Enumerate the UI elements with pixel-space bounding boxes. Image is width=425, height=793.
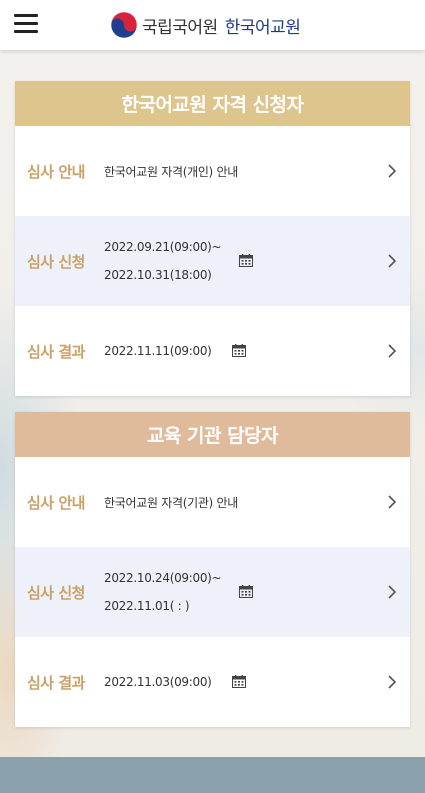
section-applicant: 한국어교원 자격 신청자 심사 안내 한국어교원 자격(개인) 안내 심사 신청… xyxy=(15,81,410,396)
section-title: 한국어교원 자격 신청자 xyxy=(15,81,410,126)
row-label: 심사 결과 xyxy=(27,673,85,692)
hamburger-menu-icon[interactable] xyxy=(14,14,38,34)
date-range: 2022.09.21(09:00)~ 2022.10.31(18:00) xyxy=(104,233,222,289)
service-name: 한국어교원 xyxy=(224,17,301,38)
row-review-application[interactable]: 심사 신청 2022.09.21(09:00)~ 2022.10.31(18:0… xyxy=(15,216,410,306)
calendar-icon[interactable] xyxy=(239,585,253,598)
org-name: 국립국어원 xyxy=(142,17,218,38)
row-label: 심사 신청 xyxy=(27,252,85,271)
chevron-right-icon xyxy=(388,344,397,358)
section-title: 교육 기관 담당자 xyxy=(15,412,410,457)
row-guide-text: 한국어교원 자격(개인) 안내 xyxy=(104,164,238,179)
top-bar: 국립국어원 한국어교원 xyxy=(0,0,425,50)
row-label: 심사 결과 xyxy=(27,342,85,361)
row-review-result[interactable]: 심사 결과 2022.11.11(09:00) xyxy=(15,306,410,396)
result-date: 2022.11.03(09:00) xyxy=(104,675,212,689)
section-institution: 교육 기관 담당자 심사 안내 한국어교원 자격(기관) 안내 심사 신청 20… xyxy=(15,412,410,727)
row-review-guide[interactable]: 심사 안내 한국어교원 자격(개인) 안내 xyxy=(15,126,410,216)
calendar-icon[interactable] xyxy=(232,675,246,688)
date-end: 2022.11.01( : ) xyxy=(104,599,190,613)
date-start: 2022.09.21(09:00)~ xyxy=(104,240,222,254)
date-start: 2022.10.24(09:00)~ xyxy=(104,571,222,585)
calendar-icon[interactable] xyxy=(232,344,246,357)
footer-bar xyxy=(0,757,425,793)
chevron-right-icon xyxy=(388,254,397,268)
row-review-guide[interactable]: 심사 안내 한국어교원 자격(기관) 안내 xyxy=(15,457,410,547)
date-end: 2022.10.31(18:00) xyxy=(104,268,212,282)
row-label: 심사 신청 xyxy=(27,583,85,602)
chevron-right-icon xyxy=(388,495,397,509)
taegeuk-emblem-icon xyxy=(110,11,138,39)
row-review-application[interactable]: 심사 신청 2022.10.24(09:00)~ 2022.11.01( : ) xyxy=(15,547,410,637)
row-label: 심사 안내 xyxy=(27,162,85,181)
calendar-icon[interactable] xyxy=(239,254,253,267)
row-review-result[interactable]: 심사 결과 2022.11.03(09:00) xyxy=(15,637,410,727)
chevron-right-icon xyxy=(388,675,397,689)
site-logo[interactable]: 국립국어원 한국어교원 xyxy=(110,11,301,39)
result-date: 2022.11.11(09:00) xyxy=(104,344,212,358)
chevron-right-icon xyxy=(388,164,397,178)
row-guide-text: 한국어교원 자격(기관) 안내 xyxy=(104,495,238,510)
date-range: 2022.10.24(09:00)~ 2022.11.01( : ) xyxy=(104,564,222,620)
chevron-right-icon xyxy=(388,585,397,599)
row-label: 심사 안내 xyxy=(27,493,85,512)
